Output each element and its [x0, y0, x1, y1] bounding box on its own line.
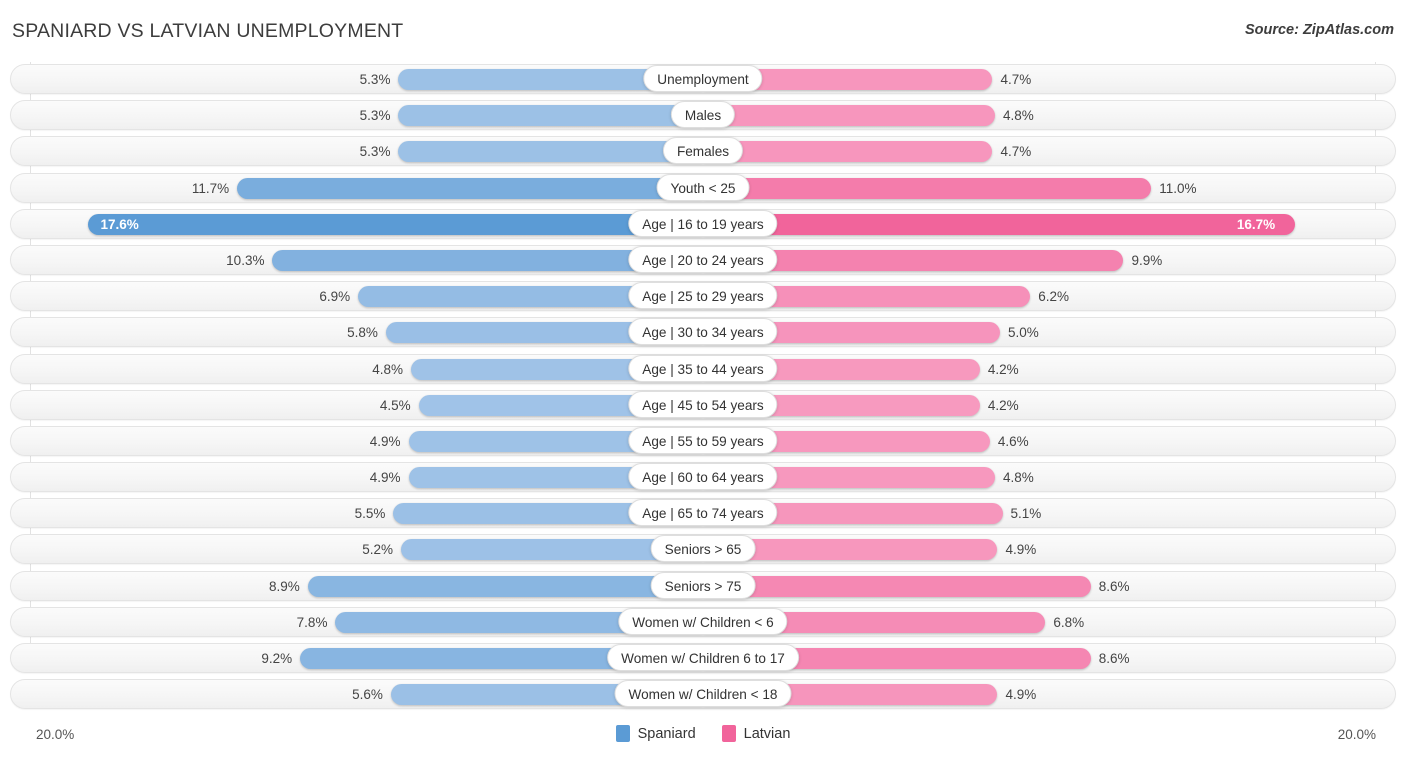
bar-row: 4.9% 4.6% Age | 55 to 59 years: [0, 424, 1406, 460]
value-label-spaniard: 8.9%: [268, 578, 300, 594]
bar-row: 4.9% 4.8% Age | 60 to 64 years: [0, 460, 1406, 496]
value-label-latvian: 11.0%: [1159, 180, 1197, 196]
chart-legend: Spaniard Latvian: [0, 725, 1406, 742]
bar-spaniard: [237, 177, 703, 199]
value-label-latvian: 4.6%: [997, 433, 1029, 449]
bar-row: 11.7% 11.0% Youth < 25: [0, 171, 1406, 207]
chart-plot-area: 5.3% 4.7% Unemployment 5.3% 4.8% Males 5.3% 4.7…: [0, 62, 1406, 717]
value-label-spaniard: 4.8%: [372, 361, 404, 377]
bar-row: 6.9% 6.2% Age | 25 to 29 years: [0, 279, 1406, 315]
value-label-spaniard: 4.9%: [369, 433, 401, 449]
chart-header: SPANIARD VS LATVIAN UNEMPLOYMENT Source:…: [0, 0, 1406, 62]
value-label-spaniard: 4.5%: [379, 397, 411, 413]
value-label-spaniard: 6.9%: [319, 289, 351, 305]
value-label-spaniard: 5.3%: [359, 144, 391, 160]
category-label: Women w/ Children 6 to 17: [607, 644, 799, 671]
chart-footer: 20.0% 20.0% Spaniard Latvian: [0, 717, 1406, 757]
bar-row: 5.6% 4.9% Women w/ Children < 18: [0, 677, 1406, 713]
bar-latvian: [703, 575, 1091, 597]
bar-row: 7.8% 6.8% Women w/ Children < 6: [0, 605, 1406, 641]
value-label-spaniard: 11.7%: [191, 180, 230, 196]
category-label: Age | 35 to 44 years: [628, 354, 778, 382]
bar-rows-container: 5.3% 4.7% Unemployment 5.3% 4.8% Males 5.3% 4.7…: [0, 62, 1406, 713]
legend-item[interactable]: Spaniard: [615, 725, 696, 742]
legend-item[interactable]: Latvian: [721, 725, 791, 742]
bar-spaniard: [307, 575, 703, 597]
legend-swatch-icon: [721, 725, 736, 742]
value-label-latvian: 4.7%: [1000, 72, 1032, 87]
category-label: Age | 55 to 59 years: [628, 426, 778, 454]
value-label-latvian: 16.7%: [1236, 216, 1276, 232]
category-label: Age | 16 to 19 years: [628, 209, 778, 237]
value-label-spaniard: 5.3%: [359, 108, 391, 124]
category-label: Age | 65 to 74 years: [628, 499, 778, 527]
legend-label: Spaniard: [637, 725, 696, 742]
value-label-spaniard: 5.5%: [354, 506, 386, 522]
value-label-latvian: 6.8%: [1053, 614, 1085, 630]
bar-latvian: [703, 213, 1295, 235]
bar-latvian: [703, 177, 1152, 199]
bar-row: 5.5% 5.1% Age | 65 to 74 years: [0, 496, 1406, 532]
category-label: Age | 60 to 64 years: [628, 463, 778, 491]
bar-row: 9.2% 8.6% Women w/ Children 6 to 17: [0, 641, 1406, 677]
value-label-spaniard: 5.2%: [362, 542, 393, 558]
category-label: Seniors > 65: [650, 535, 756, 563]
bar-row: 5.2% 4.9% Seniors > 65: [0, 532, 1406, 568]
category-label: Age | 25 to 29 years: [628, 282, 778, 310]
value-label-latvian: 4.7%: [1000, 144, 1032, 160]
category-label: Age | 20 to 24 years: [628, 245, 778, 273]
category-label: Males: [670, 101, 736, 129]
bar-spaniard: [398, 141, 703, 163]
value-label-spaniard: 4.9%: [369, 470, 401, 486]
page-title: SPANIARD VS LATVIAN UNEMPLOYMENT: [12, 20, 404, 42]
value-label-spaniard: 5.3%: [359, 72, 391, 87]
bar-row: 4.5% 4.2% Age | 45 to 54 years: [0, 388, 1406, 424]
category-label: Women w/ Children < 18: [614, 680, 792, 708]
source-attribution: Source: ZipAtlas.com: [1244, 22, 1394, 38]
legend-label: Latvian: [743, 725, 791, 742]
value-label-spaniard: 10.3%: [226, 252, 265, 268]
bar-latvian: [703, 141, 993, 163]
bar-row: 10.3% 9.9% Age | 20 to 24 years: [0, 243, 1406, 279]
bar-row: 5.3% 4.8% Males: [0, 98, 1406, 134]
category-label: Females: [662, 137, 744, 165]
value-label-latvian: 4.2%: [987, 397, 1019, 413]
value-label-latvian: 8.6%: [1098, 578, 1130, 594]
category-label: Youth < 25: [656, 173, 750, 201]
bar-spaniard: [398, 105, 703, 127]
value-label-latvian: 4.2%: [987, 361, 1019, 377]
value-label-latvian: 8.6%: [1098, 651, 1130, 666]
bar-spaniard: [88, 213, 703, 235]
value-label-latvian: 5.0%: [1008, 325, 1039, 341]
bar-row: 4.8% 4.2% Age | 35 to 44 years: [0, 352, 1406, 388]
value-label-latvian: 4.9%: [1005, 687, 1037, 703]
legend-swatch-icon: [615, 725, 630, 742]
value-label-spaniard: 5.8%: [347, 325, 378, 341]
bar-row: 8.9% 8.6% Seniors > 75: [0, 569, 1406, 605]
value-label-latvian: 4.8%: [1002, 470, 1034, 486]
value-label-latvian: 5.1%: [1010, 506, 1042, 522]
bar-row: 5.3% 4.7% Unemployment: [0, 62, 1406, 98]
value-label-spaniard: 7.8%: [296, 614, 328, 630]
value-label-latvian: 4.9%: [1005, 542, 1037, 558]
bar-row: 5.3% 4.7% Females: [0, 134, 1406, 170]
bar-latvian: [703, 105, 995, 127]
bar-row: 17.6% 16.7% Age | 16 to 19 years: [0, 207, 1406, 243]
value-label-latvian: 4.8%: [1002, 108, 1034, 124]
value-label-spaniard: 5.6%: [352, 687, 383, 703]
category-label: Unemployment: [643, 65, 763, 92]
value-label-latvian: 9.9%: [1131, 252, 1163, 268]
value-label-spaniard: 9.2%: [261, 651, 293, 666]
value-label-spaniard: 17.6%: [100, 216, 139, 232]
value-label-latvian: 6.2%: [1038, 289, 1070, 305]
category-label: Seniors > 75: [650, 571, 756, 599]
category-label: Women w/ Children < 6: [618, 607, 788, 635]
category-label: Age | 30 to 34 years: [628, 318, 778, 346]
bar-row: 5.8% 5.0% Age | 30 to 34 years: [0, 315, 1406, 351]
category-label: Age | 45 to 54 years: [628, 390, 778, 418]
